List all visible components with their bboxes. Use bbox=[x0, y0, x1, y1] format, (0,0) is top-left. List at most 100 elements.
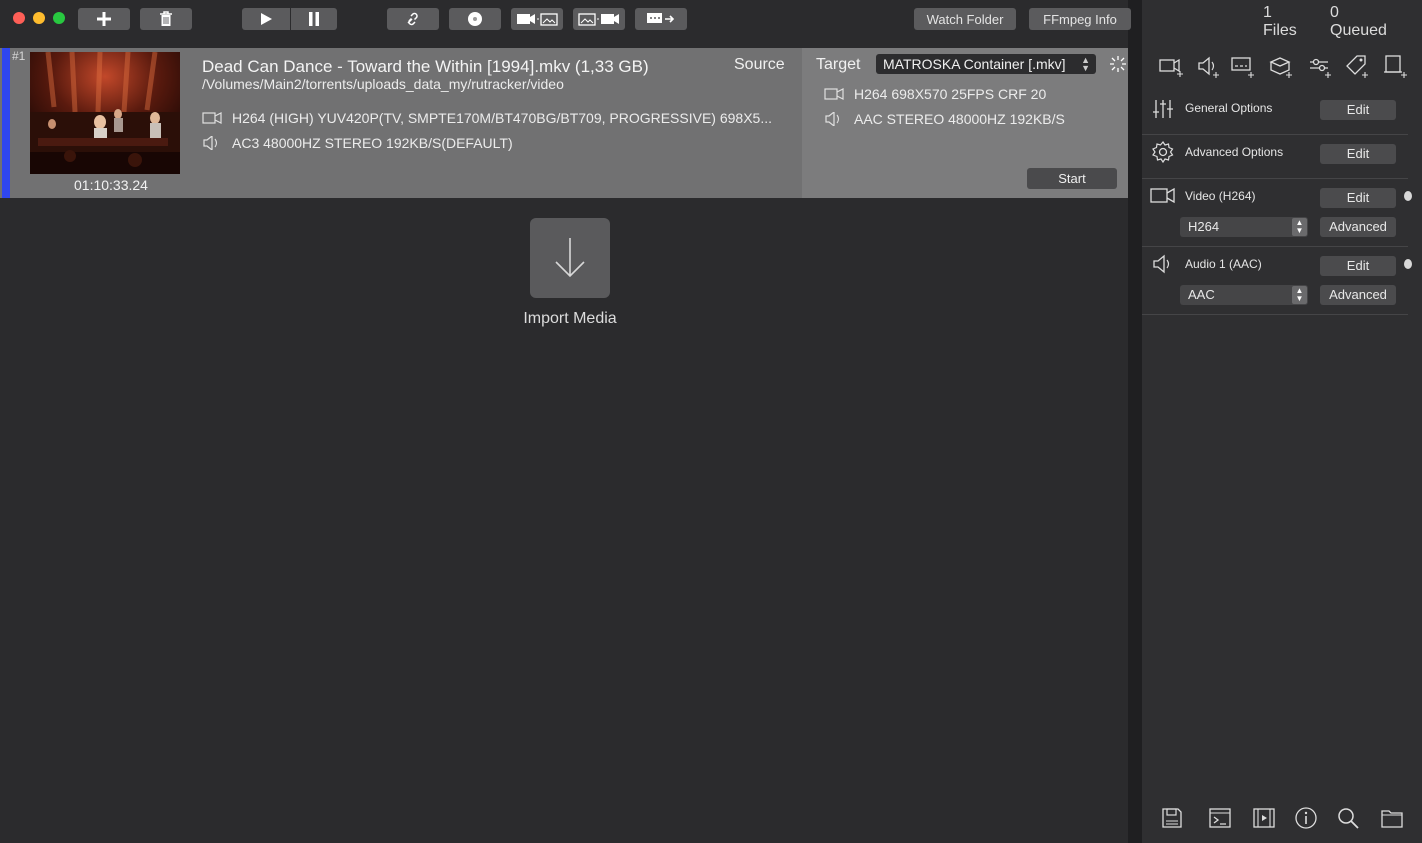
folder-icon[interactable] bbox=[1380, 806, 1404, 830]
source-label: Source bbox=[734, 56, 785, 73]
duration-label: 01:10:33.24 bbox=[74, 177, 148, 193]
video-camera-icon bbox=[824, 88, 844, 100]
video-thumbnail[interactable] bbox=[30, 52, 180, 174]
add-audio-icon[interactable] bbox=[1196, 54, 1222, 80]
target-audio-info: AAC STEREO 48000HZ 192KB/S bbox=[854, 111, 1065, 127]
add-chapters-icon[interactable] bbox=[1268, 54, 1294, 80]
speaker-icon bbox=[1153, 254, 1170, 274]
video-edit-button[interactable]: Edit bbox=[1320, 188, 1396, 208]
audio-stream-label: Audio 1 (AAC) bbox=[1185, 257, 1262, 271]
sliders-icon bbox=[1153, 100, 1173, 118]
add-attachment-icon[interactable] bbox=[1382, 54, 1408, 80]
video-stream-row: Video (H264) Edit H264 ▲ ▼ Advanced bbox=[1142, 179, 1412, 247]
files-count: 1 Files bbox=[1263, 4, 1297, 39]
audio-codec-select[interactable]: AAC ▲ ▼ bbox=[1180, 285, 1308, 305]
target-panel: Target MATROSKA Container [.mkv] ▲ ▼ H264… bbox=[802, 48, 1128, 198]
pause-icon bbox=[309, 12, 319, 26]
plus-icon bbox=[97, 12, 111, 26]
audio-advanced-button[interactable]: Advanced bbox=[1320, 285, 1396, 305]
source-audio-stream: AC3 48000HZ STEREO 192KB/S(DEFAULT) bbox=[202, 135, 513, 151]
start-button[interactable]: Start bbox=[1027, 168, 1117, 189]
video-codec-value: H264 bbox=[1188, 219, 1220, 234]
target-label: Target bbox=[816, 56, 861, 73]
minimize-window-button[interactable] bbox=[33, 12, 45, 24]
advanced-options-label: Advanced Options bbox=[1185, 145, 1284, 159]
split-divider[interactable] bbox=[1128, 0, 1142, 843]
container-value: MATROSKA Container [.mkv] bbox=[883, 56, 1066, 72]
video-camera-icon bbox=[202, 112, 222, 124]
add-filter-icon[interactable] bbox=[1307, 54, 1333, 80]
play-icon bbox=[261, 13, 272, 25]
source-video-stream: H264 (HIGH) YUV420P(TV, SMPTE170M/BT470B… bbox=[202, 110, 772, 126]
add-video-icon[interactable] bbox=[1158, 54, 1184, 80]
audio-edit-button[interactable]: Edit bbox=[1320, 256, 1396, 276]
concert-thumbnail-image bbox=[30, 52, 180, 174]
settings-sidebar: General Options Edit Advanced Options Ed… bbox=[1142, 0, 1422, 843]
zoom-window-button[interactable] bbox=[53, 12, 65, 24]
speaker-icon bbox=[203, 136, 218, 150]
add-subtitle-icon[interactable] bbox=[1230, 54, 1256, 80]
link-icon bbox=[407, 12, 418, 26]
ffmpeg-info-button[interactable]: FFmpeg Info bbox=[1029, 8, 1131, 30]
terminal-icon[interactable] bbox=[1208, 806, 1232, 830]
trash-icon bbox=[160, 11, 172, 26]
general-options-label: General Options bbox=[1185, 101, 1273, 115]
select-arrows-icon: ▲ ▼ bbox=[1081, 55, 1090, 73]
file-path: /Volumes/Main2/torrents/uploads_data_my/… bbox=[202, 76, 564, 92]
info-icon[interactable] bbox=[1294, 806, 1318, 830]
target-video-stream: H264 698X570 25FPS CRF 20 bbox=[824, 86, 1046, 102]
image-to-video-button[interactable] bbox=[573, 8, 625, 30]
disc-icon bbox=[468, 12, 482, 26]
audio-stream-row: Audio 1 (AAC) Edit AAC ▲ ▼ Advanced bbox=[1142, 247, 1412, 315]
video-to-image-icon bbox=[517, 13, 558, 26]
import-media-label: Import Media bbox=[523, 310, 617, 327]
subtitle-export-icon bbox=[647, 13, 675, 23]
video-camera-icon bbox=[1150, 187, 1175, 204]
queued-count: 0 Queued bbox=[1330, 4, 1387, 39]
save-icon[interactable] bbox=[1160, 806, 1184, 830]
queue-item[interactable]: #1 01:10:33.24 Dead Can Dance - Toward t… bbox=[0, 48, 1128, 198]
image-to-video-icon bbox=[578, 13, 619, 26]
general-options-edit-button[interactable]: Edit bbox=[1320, 100, 1396, 120]
import-media-button[interactable] bbox=[530, 218, 610, 298]
container-select[interactable]: MATROSKA Container [.mkv] ▲ ▼ bbox=[876, 54, 1096, 74]
link-button[interactable] bbox=[387, 8, 439, 30]
arrow-down-icon bbox=[555, 238, 585, 278]
sidebar-add-toolbar bbox=[1142, 54, 1422, 80]
speaker-icon bbox=[825, 112, 840, 126]
general-options-row: General Options Edit bbox=[1142, 88, 1408, 135]
watch-folder-button[interactable]: Watch Folder bbox=[914, 8, 1016, 30]
item-number: #1 bbox=[12, 49, 26, 63]
add-file-button[interactable] bbox=[78, 8, 130, 30]
delete-button[interactable] bbox=[140, 8, 192, 30]
video-advanced-button[interactable]: Advanced bbox=[1320, 217, 1396, 237]
stepper-arrows-icon: ▲ ▼ bbox=[1292, 218, 1307, 236]
window-toolbar: Watch Folder FFmpeg Info 1 Files 0 Queue… bbox=[0, 0, 1387, 40]
target-video-info: H264 698X570 25FPS CRF 20 bbox=[854, 86, 1047, 102]
file-title: Dead Can Dance - Toward the Within [1994… bbox=[202, 57, 649, 76]
advanced-options-edit-button[interactable]: Edit bbox=[1320, 144, 1396, 164]
app-window: General Options Edit Advanced Options Ed… bbox=[0, 0, 1422, 843]
disc-button[interactable] bbox=[449, 8, 501, 30]
search-icon[interactable] bbox=[1336, 806, 1360, 830]
close-window-button[interactable] bbox=[13, 12, 25, 24]
add-tag-icon[interactable] bbox=[1344, 54, 1370, 80]
subtitle-export-button[interactable] bbox=[635, 8, 687, 30]
play-button[interactable] bbox=[242, 8, 290, 30]
video-stream-label: Video (H264) bbox=[1185, 189, 1256, 203]
gear-icon bbox=[1152, 140, 1174, 164]
selection-bar bbox=[2, 48, 10, 198]
audio-toggle-dot[interactable] bbox=[1404, 259, 1412, 269]
audio-codec-value: AAC bbox=[1188, 287, 1215, 302]
video-codec-select[interactable]: H264 ▲ ▼ bbox=[1180, 217, 1308, 237]
source-video-info: H264 (HIGH) YUV420P(TV, SMPTE170M/BT470B… bbox=[232, 110, 772, 126]
video-toggle-dot[interactable] bbox=[1404, 191, 1412, 201]
magic-wand-icon[interactable] bbox=[1108, 54, 1128, 74]
target-audio-stream: AAC STEREO 48000HZ 192KB/S bbox=[824, 111, 1065, 127]
source-audio-info: AC3 48000HZ STEREO 192KB/S(DEFAULT) bbox=[232, 135, 513, 151]
sidebar-bottom-toolbar bbox=[1142, 806, 1422, 832]
pause-button[interactable] bbox=[291, 8, 337, 30]
video-to-image-button[interactable] bbox=[511, 8, 563, 30]
stepper-arrows-icon: ▲ ▼ bbox=[1292, 286, 1307, 304]
preview-film-icon[interactable] bbox=[1252, 806, 1276, 830]
